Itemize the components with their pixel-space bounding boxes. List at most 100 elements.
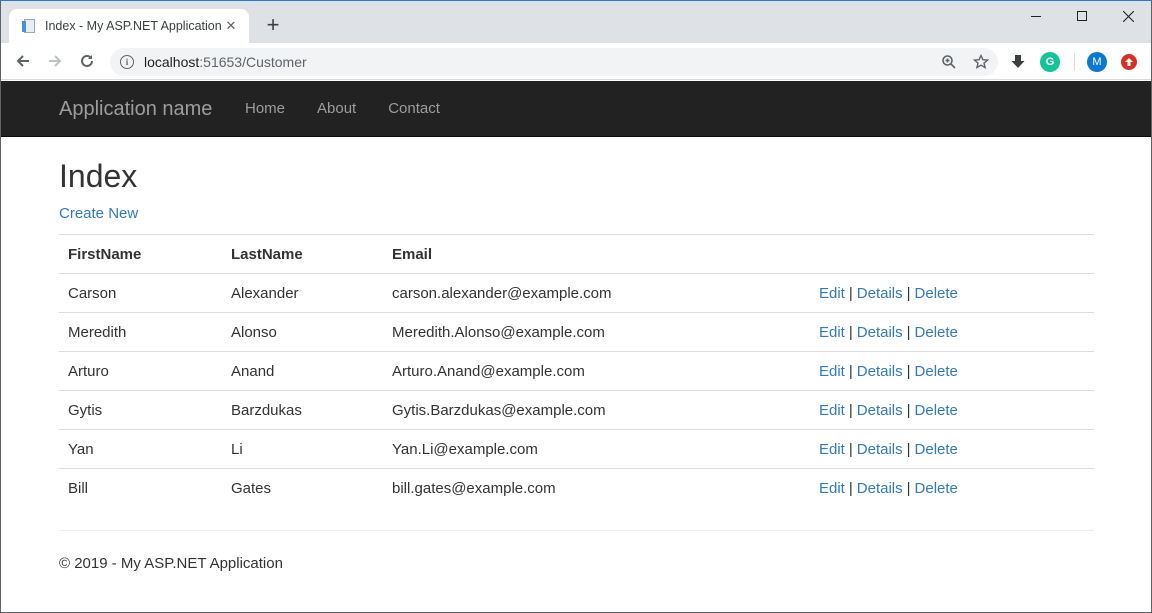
- upload-arrow-icon: [1121, 53, 1137, 70]
- close-window-button[interactable]: [1105, 1, 1151, 31]
- cell-lastname: Alonso: [222, 312, 383, 352]
- profile-avatar[interactable]: M: [1087, 51, 1107, 72]
- maximize-icon: [1077, 11, 1087, 21]
- close-icon: [1122, 10, 1134, 22]
- delete-link[interactable]: Delete: [915, 324, 958, 341]
- cell-lastname: Alexander: [222, 273, 383, 313]
- cell-lastname: Barzdukas: [222, 390, 383, 430]
- cell-actions: Edit | Details | Delete: [810, 468, 1094, 508]
- nav-link-contact[interactable]: Contact: [372, 81, 456, 137]
- info-icon[interactable]: i: [120, 55, 134, 69]
- cell-email: Meredith.Alonso@example.com: [383, 312, 810, 352]
- address-bar[interactable]: i localhost:51653/Customer: [110, 48, 998, 76]
- nav-link-home[interactable]: Home: [229, 81, 301, 137]
- action-separator: |: [848, 401, 853, 419]
- url-path: :51653/Customer: [199, 54, 307, 70]
- action-separator: |: [906, 284, 911, 302]
- back-button[interactable]: [7, 45, 39, 77]
- cell-actions: Edit | Details | Delete: [810, 429, 1094, 469]
- action-separator: |: [906, 440, 911, 458]
- table-row: Carson Alexander carson.alexander@example.…: [59, 273, 1094, 313]
- edit-link[interactable]: Edit: [819, 285, 845, 302]
- upload-extension[interactable]: [1119, 52, 1139, 72]
- cell-lastname: Anand: [222, 351, 383, 391]
- table-row: Gytis Barzdukas Gytis.Barzdukas@example.co…: [59, 390, 1094, 430]
- header-actions: [810, 234, 1094, 274]
- delete-link[interactable]: Delete: [915, 480, 958, 497]
- action-separator: |: [906, 479, 911, 497]
- edit-link[interactable]: Edit: [819, 480, 845, 497]
- download-extension[interactable]: [1008, 52, 1028, 72]
- cell-email: Arturo.Anand@example.com: [383, 351, 810, 391]
- browser-tab[interactable]: Index - My ASP.NET Application ✕: [9, 9, 249, 43]
- cell-firstname: Meredith: [59, 312, 222, 352]
- new-tab-button[interactable]: +: [261, 13, 285, 37]
- table-row: Yan Li Yan.Li@example.com Edit | Details | Dele…: [59, 429, 1094, 469]
- action-separator: |: [906, 362, 911, 380]
- action-separator: |: [906, 323, 911, 341]
- arrow-left-icon: [16, 55, 29, 67]
- cell-firstname: Gytis: [59, 390, 222, 430]
- toolbar-divider: [1074, 52, 1075, 71]
- details-link[interactable]: Details: [857, 285, 903, 302]
- table-row: Arturo Anand Arturo.Anand@example.com Edit |…: [59, 351, 1094, 391]
- url-host: localhost: [144, 54, 200, 70]
- cell-actions: Edit | Details | Delete: [810, 390, 1094, 430]
- cell-lastname: Li: [222, 429, 383, 469]
- reload-button[interactable]: [71, 45, 103, 77]
- extensions-area: G M: [996, 43, 1139, 80]
- cell-firstname: Yan: [59, 429, 222, 469]
- brand-link[interactable]: Application name: [59, 98, 212, 121]
- window-controls: [1013, 1, 1151, 31]
- cell-actions: Edit | Details | Delete: [810, 351, 1094, 391]
- cell-lastname: Gates: [222, 468, 383, 508]
- footer-divider: [59, 529, 1094, 531]
- header-email: Email: [383, 234, 810, 274]
- site-navbar: Application name Home About Contact: [1, 81, 1151, 137]
- reload-icon: [81, 54, 93, 67]
- delete-link[interactable]: Delete: [915, 402, 958, 419]
- page-favicon-icon: [21, 18, 37, 34]
- browser-toolbar: i localhost:51653/Customer G M: [1, 43, 1151, 80]
- cell-actions: Edit | Details | Delete: [810, 312, 1094, 352]
- edit-link[interactable]: Edit: [819, 441, 845, 458]
- zoom-button[interactable]: [940, 53, 958, 71]
- footer: © 2019 - My ASP.NET Application: [59, 554, 283, 572]
- cell-firstname: Carson: [59, 273, 222, 313]
- browser-titlebar: Index - My ASP.NET Application ✕ +: [1, 1, 1151, 43]
- minimize-button[interactable]: [1013, 1, 1059, 31]
- customer-table: FirstName LastName Email Carson Alexander…: [59, 234, 1094, 508]
- bookmark-button[interactable]: [972, 53, 990, 71]
- delete-link[interactable]: Delete: [915, 441, 958, 458]
- tab-close-icon[interactable]: ✕: [223, 18, 239, 34]
- action-separator: |: [848, 479, 853, 497]
- cell-email: Yan.Li@example.com: [383, 429, 810, 469]
- action-separator: |: [848, 323, 853, 341]
- table-header-row: FirstName LastName Email: [59, 234, 1094, 274]
- nav-links: Home About Contact: [229, 81, 456, 137]
- details-link[interactable]: Details: [857, 402, 903, 419]
- edit-link[interactable]: Edit: [819, 363, 845, 380]
- create-new-link[interactable]: Create New: [59, 205, 138, 222]
- details-link[interactable]: Details: [857, 480, 903, 497]
- grammarly-extension[interactable]: G: [1040, 51, 1060, 72]
- download-arrow-icon: [1011, 54, 1025, 68]
- minimize-icon: [1031, 15, 1041, 17]
- details-link[interactable]: Details: [857, 363, 903, 380]
- delete-link[interactable]: Delete: [915, 285, 958, 302]
- details-link[interactable]: Details: [857, 324, 903, 341]
- action-separator: |: [848, 362, 853, 380]
- cell-actions: Edit | Details | Delete: [810, 273, 1094, 313]
- details-link[interactable]: Details: [857, 441, 903, 458]
- forward-button[interactable]: [39, 45, 71, 77]
- edit-link[interactable]: Edit: [819, 402, 845, 419]
- cell-email: carson.alexander@example.com: [383, 273, 810, 313]
- nav-link-about[interactable]: About: [301, 81, 372, 137]
- cell-email: bill.gates@example.com: [383, 468, 810, 508]
- edit-link[interactable]: Edit: [819, 324, 845, 341]
- cell-email: Gytis.Barzdukas@example.com: [383, 390, 810, 430]
- star-icon: [973, 54, 989, 70]
- delete-link[interactable]: Delete: [915, 363, 958, 380]
- maximize-button[interactable]: [1059, 1, 1105, 31]
- cell-firstname: Arturo: [59, 351, 222, 391]
